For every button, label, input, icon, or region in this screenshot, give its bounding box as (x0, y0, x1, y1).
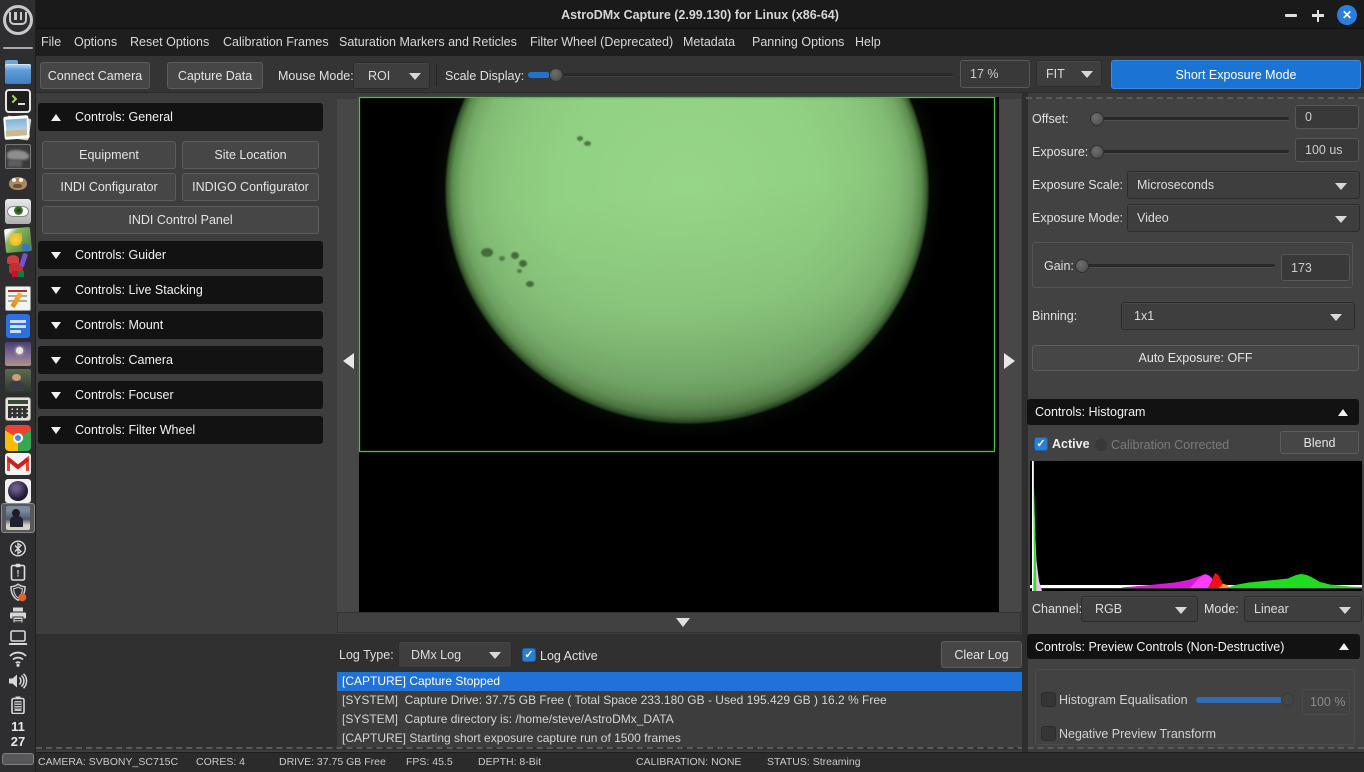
svg-text:!: ! (17, 569, 20, 579)
